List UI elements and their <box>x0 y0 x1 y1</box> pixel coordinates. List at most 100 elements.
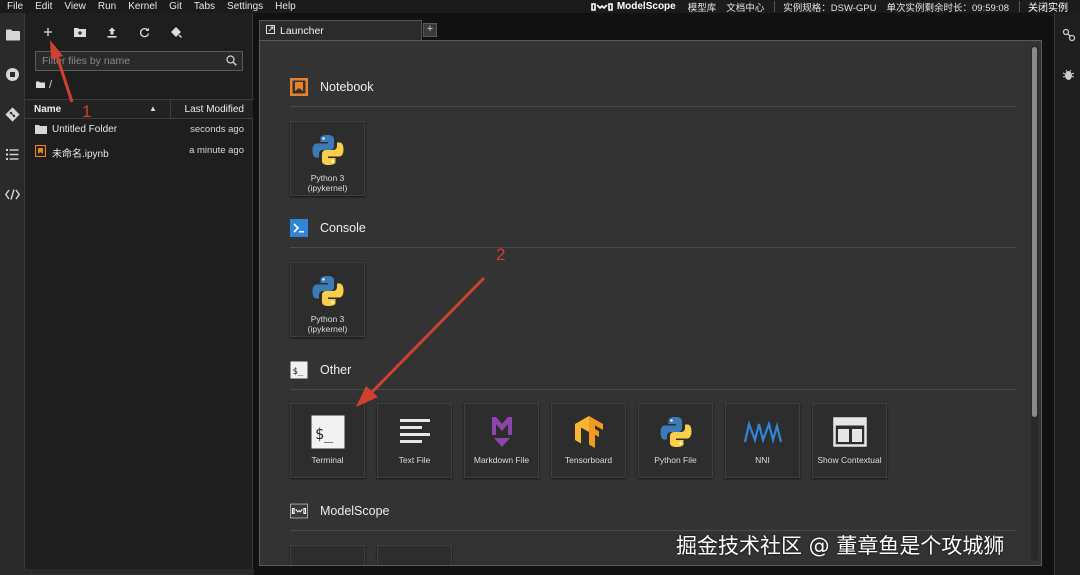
menu-view[interactable]: View <box>58 0 92 13</box>
other-section-icon: $_ <box>290 361 308 379</box>
close-instance-button[interactable]: 关闭实例 <box>1028 0 1080 14</box>
watermark: 掘金技术社区 @ 董章鱼是个攻城狮 <box>676 534 1005 558</box>
python-icon <box>308 130 348 170</box>
folder-icon[interactable] <box>4 26 21 43</box>
folder-icon <box>36 79 45 91</box>
section-title: Other <box>320 363 352 377</box>
section-other: $_ Other <box>290 361 351 379</box>
scrollbar[interactable] <box>1031 45 1038 561</box>
launcher-tab-icon <box>266 24 275 37</box>
debugger-icon[interactable] <box>1060 66 1077 83</box>
launcher-card-python-file[interactable]: Python File <box>638 403 713 478</box>
file-modified: a minute ago <box>189 145 244 156</box>
section-modelscope: ModelScope <box>290 502 390 520</box>
new-tab-button[interactable]: + <box>423 23 437 37</box>
upload-button[interactable] <box>103 23 121 41</box>
remaining-time: 单次实例剩余时长：09:59:08 <box>886 2 1009 14</box>
menu-run[interactable]: Run <box>92 0 122 13</box>
launcher-card-modelscope-2[interactable] <box>377 545 452 565</box>
brand-name: ModelScope <box>616 1 676 12</box>
annotation-step-2: 2 <box>496 245 506 264</box>
file-browser-toolbar <box>25 21 253 43</box>
refresh-icon <box>139 27 149 37</box>
table-of-contents-icon[interactable] <box>4 146 21 163</box>
launcher-panel: Notebook Python 3 (ipykernel) Console Py… <box>259 40 1042 566</box>
plus-icon <box>44 28 52 36</box>
property-inspector-icon[interactable] <box>1060 26 1077 43</box>
menu-edit[interactable]: Edit <box>29 0 58 13</box>
menu-help[interactable]: Help <box>269 0 302 13</box>
card-label: Show Contextual <box>817 455 882 465</box>
launcher-card-nni[interactable]: NNI <box>725 403 800 478</box>
card-label: Python 3 (ipykernel) <box>307 314 348 334</box>
console-section-icon <box>290 219 308 237</box>
instance-spec: 实例规格：DSW-GPU <box>783 2 877 14</box>
file-row[interactable]: 未命名.ipynb a minute ago <box>25 141 253 162</box>
section-divider <box>290 389 1016 390</box>
card-label: Markdown File <box>473 455 530 465</box>
menu-git[interactable]: Git <box>163 0 188 13</box>
python-icon <box>656 412 696 452</box>
breadcrumb-path: / <box>49 79 53 91</box>
menu-divider <box>1019 1 1020 12</box>
left-sidebar-rail <box>0 13 25 575</box>
running-sessions-icon[interactable] <box>4 66 21 83</box>
file-browser-panel: / Name ▲ Last Modified Untitled Folder s… <box>25 13 253 575</box>
card-label: Tensorboard <box>564 455 613 465</box>
model-library-link[interactable]: 模型库 <box>688 0 717 14</box>
section-title: Console <box>320 221 366 235</box>
main-area: Launcher + Notebook Python 3 (ipykernel)… <box>254 13 1054 575</box>
modelscope-logo-icon <box>591 2 613 11</box>
menu-settings[interactable]: Settings <box>221 0 269 13</box>
status-strip <box>0 569 254 575</box>
launcher-card-text-file[interactable]: Text File <box>377 403 452 478</box>
card-label: Python File <box>654 455 697 465</box>
git-clone-button[interactable] <box>167 23 185 41</box>
launcher-card-show-contextual[interactable]: Show Contextual <box>812 403 887 478</box>
card-label: Python 3 (ipykernel) <box>307 173 348 193</box>
launcher-card-python3-notebook[interactable]: Python 3 (ipykernel) <box>290 121 365 196</box>
refresh-button[interactable] <box>135 23 153 41</box>
menu-file[interactable]: File <box>0 0 29 13</box>
tab-launcher[interactable]: Launcher <box>259 20 422 40</box>
tensorboard-icon <box>569 412 609 452</box>
annotation-step-1: 1 <box>82 102 92 121</box>
file-name: Untitled Folder <box>52 124 118 135</box>
menu-bar-right: ModelScope 模型库 文档中心 实例规格：DSW-GPU 单次实例剩余时… <box>591 0 1080 14</box>
scrollbar-thumb[interactable] <box>1032 47 1037 417</box>
section-console: Console <box>290 219 366 237</box>
git-icon[interactable] <box>4 106 21 123</box>
launcher-card-modelscope-1[interactable] <box>290 545 365 565</box>
name-column-header[interactable]: Name <box>34 104 61 115</box>
column-divider <box>170 100 171 119</box>
file-row[interactable]: Untitled Folder seconds ago <box>25 120 253 141</box>
tab-label: Launcher <box>280 24 324 37</box>
python-icon <box>308 271 348 311</box>
new-launcher-button[interactable] <box>39 23 57 41</box>
file-modified: seconds ago <box>190 124 244 135</box>
menu-divider <box>774 1 776 12</box>
launcher-card-tensorboard[interactable]: Tensorboard <box>551 403 626 478</box>
code-snippets-icon[interactable] <box>4 186 21 203</box>
menu-tabs[interactable]: Tabs <box>188 0 221 13</box>
launcher-card-terminal[interactable]: $_ Terminal <box>290 403 365 478</box>
right-sidebar-rail <box>1054 13 1080 575</box>
file-name: 未命名.ipynb <box>52 149 109 160</box>
section-title: ModelScope <box>320 504 390 518</box>
menu-kernel[interactable]: Kernel <box>122 0 163 13</box>
last-modified-column-header[interactable]: Last Modified <box>185 104 244 115</box>
notebook-section-icon <box>290 78 308 96</box>
modelscope-app-icon <box>395 554 435 565</box>
launcher-card-markdown-file[interactable]: Markdown File <box>464 403 539 478</box>
menu-bar: File Edit View Run Kernel Git Tabs Setti… <box>0 0 1080 14</box>
file-filter-input[interactable] <box>36 52 216 70</box>
contextual-help-icon <box>830 412 870 452</box>
notebook-file-icon <box>34 144 47 158</box>
docs-center-link[interactable]: 文档中心 <box>726 0 764 14</box>
text-file-icon <box>395 412 435 452</box>
launcher-card-python3-console[interactable]: Python 3 (ipykernel) <box>290 262 365 337</box>
breadcrumb[interactable]: / <box>36 79 52 91</box>
new-folder-button[interactable] <box>71 23 89 41</box>
terminal-icon: $_ <box>308 412 348 452</box>
modelscope-logo[interactable]: ModelScope <box>591 1 676 12</box>
